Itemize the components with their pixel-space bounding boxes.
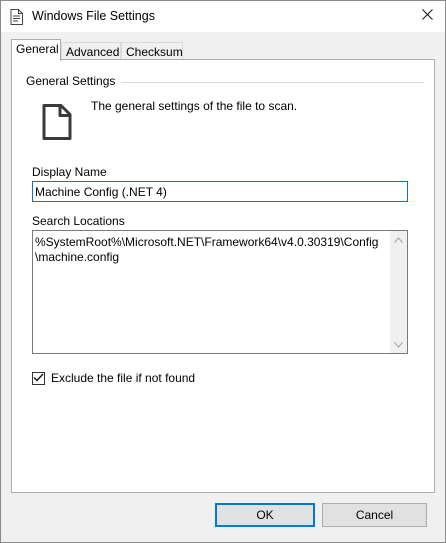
- dialog-window: Windows File Settings General Advanced C…: [0, 0, 446, 543]
- tab-label: Advanced: [66, 45, 120, 59]
- chevron-up-icon[interactable]: [390, 231, 407, 248]
- ok-button[interactable]: OK: [215, 503, 315, 527]
- tab-advanced[interactable]: Advanced: [61, 42, 121, 60]
- tab-label: Checksum: [126, 45, 183, 59]
- chevron-down-icon[interactable]: [390, 336, 407, 353]
- checkmark-icon: [33, 371, 44, 385]
- close-button[interactable]: [413, 5, 441, 27]
- exclude-checkbox-label[interactable]: Exclude the file if not found: [51, 371, 195, 385]
- document-settings-icon: [10, 9, 24, 25]
- search-locations-label: Search Locations: [32, 214, 125, 228]
- section-title: General Settings: [26, 74, 122, 88]
- display-name-label: Display Name: [32, 165, 107, 179]
- file-icon: [42, 104, 72, 140]
- title-bar[interactable]: Windows File Settings: [1, 1, 445, 32]
- vertical-scrollbar[interactable]: [390, 231, 407, 353]
- search-locations-text[interactable]: %SystemRoot%\Microsoft.NET\Framework64\v…: [35, 235, 385, 265]
- tab-label: General: [16, 42, 59, 56]
- exclude-checkbox-row[interactable]: Exclude the file if not found: [32, 370, 195, 386]
- general-tab-page: General Settings The general settings of…: [11, 59, 435, 493]
- close-icon: [421, 9, 433, 23]
- exclude-checkbox[interactable]: [32, 371, 45, 385]
- display-name-field[interactable]: [32, 181, 408, 202]
- section-divider: [112, 82, 424, 83]
- search-locations-textarea[interactable]: %SystemRoot%\Microsoft.NET\Framework64\v…: [32, 230, 408, 354]
- window-title: Windows File Settings: [32, 9, 155, 23]
- tab-general[interactable]: General: [11, 39, 61, 61]
- page-description: The general settings of the file to scan…: [91, 99, 298, 113]
- cancel-button[interactable]: Cancel: [322, 503, 427, 527]
- tab-checksum[interactable]: Checksum: [121, 42, 183, 60]
